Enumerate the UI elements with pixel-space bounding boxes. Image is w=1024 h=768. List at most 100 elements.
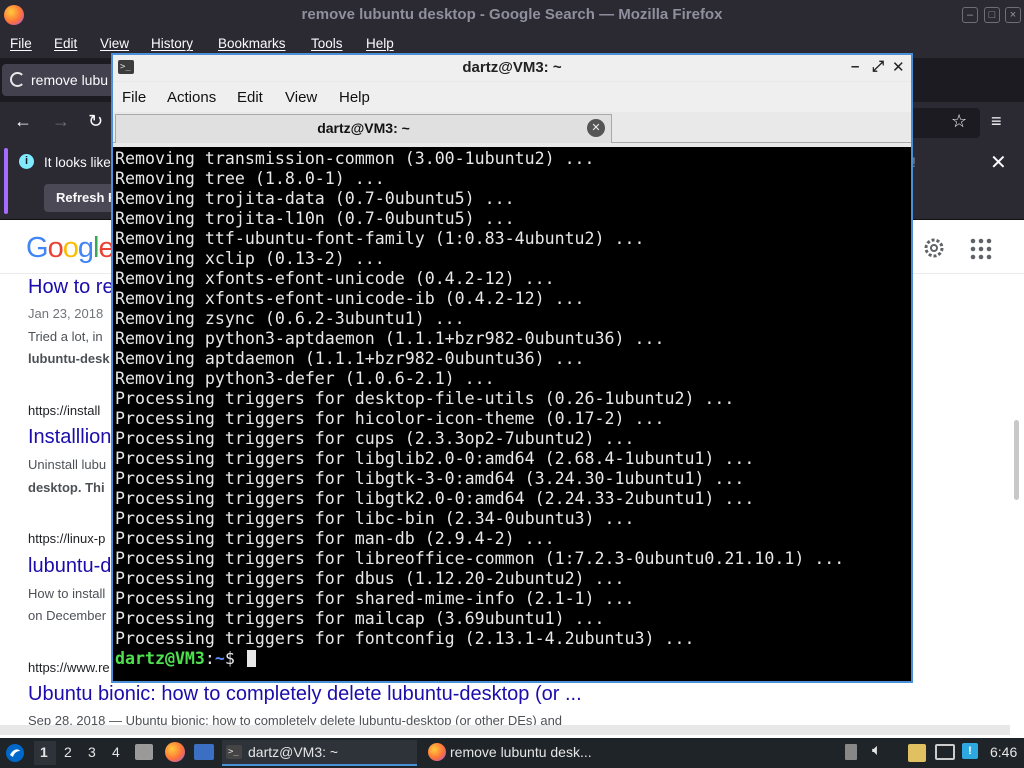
terminal-prompt: dartz@VM3:~$ — [115, 649, 844, 669]
terminal-tab[interactable]: dartz@VM3: ~ — [115, 114, 612, 143]
result-title[interactable]: lubuntu-d — [28, 555, 111, 578]
notice-text: It looks like — [44, 155, 111, 170]
google-favicon-icon — [10, 72, 25, 87]
tab-label: remove lubu — [31, 72, 109, 88]
minimize-icon[interactable]: – — [851, 58, 859, 75]
horizontal-scrollbar[interactable] — [0, 725, 1010, 735]
menu-view[interactable]: View — [100, 36, 129, 51]
firefox-launcher-icon[interactable] — [165, 742, 185, 762]
result-url[interactable]: https://linux-p — [28, 531, 105, 546]
terminal-window: >_ dartz@VM3: ~ – ⤢ ✕ File Actions Edit … — [111, 53, 913, 683]
task-firefox[interactable]: remove lubuntu desk... — [424, 740, 624, 766]
menu-file[interactable]: File — [10, 36, 32, 51]
task-terminal[interactable]: >_ dartz@VM3: ~ — [222, 740, 417, 766]
menu-edit[interactable]: Edit — [54, 36, 77, 51]
terminal-line: Processing triggers for shared-mime-info… — [115, 589, 635, 608]
maximize-icon[interactable]: □ — [984, 7, 1000, 23]
firefox-logo-icon — [4, 5, 24, 25]
terminal-line: Processing triggers for libgtk2.0-0:amd6… — [115, 489, 755, 508]
terminal-line: Processing triggers for man-db (2.9.4-2)… — [115, 529, 555, 548]
menu-file[interactable]: File — [122, 89, 146, 106]
result-url[interactable]: https://www.re — [28, 660, 110, 675]
bookmark-star-icon[interactable]: ☆ — [951, 111, 967, 132]
clipboard-icon[interactable] — [908, 744, 926, 762]
terminal-line: Removing xfonts-efont-unicode-ib (0.4.2-… — [115, 289, 585, 308]
terminal-lines: Removing transmission-common (3.00-1ubun… — [115, 149, 844, 669]
workspace-1[interactable]: 1 — [40, 744, 48, 760]
google-apps-icon[interactable] — [970, 238, 992, 260]
notice-accent — [4, 148, 8, 214]
menu-view[interactable]: View — [285, 89, 317, 106]
terminal-line: Processing triggers for libc-bin (2.34-0… — [115, 509, 635, 528]
terminal-line: Removing python3-defer (1.0.6-2.1) ... — [115, 369, 495, 388]
workspace-3[interactable]: 3 — [88, 744, 96, 760]
menu-help[interactable]: Help — [366, 36, 394, 51]
network-icon[interactable] — [935, 744, 955, 760]
menu-actions[interactable]: Actions — [167, 89, 216, 106]
result-snippet: Tried a lot, in — [28, 329, 103, 344]
close-icon[interactable]: ✕ — [892, 58, 905, 76]
firefox-task-icon — [428, 743, 446, 761]
terminal-window-title: dartz@VM3: ~ — [462, 59, 562, 76]
minimize-icon[interactable]: – — [962, 7, 978, 23]
app-menu-icon[interactable]: ≡ — [991, 111, 1002, 132]
terminal-line: Removing python3-aptdaemon (1.1.1+bzr982… — [115, 329, 665, 348]
terminal-line: Processing triggers for dbus (1.12.20-2u… — [115, 569, 625, 588]
terminal-line: Processing triggers for desktop-file-uti… — [115, 389, 735, 408]
task-firefox-label: remove lubuntu desk... — [450, 744, 592, 760]
update-notifier-icon[interactable]: ! — [962, 743, 978, 759]
usb-eject-icon[interactable] — [845, 744, 857, 760]
terminal-line: Removing trojita-l10n (0.7-0ubuntu5) ... — [115, 209, 515, 228]
lubuntu-start-icon[interactable] — [5, 743, 25, 763]
terminal-line: Processing triggers for fontconfig (2.13… — [115, 629, 695, 648]
notice-close-icon[interactable]: ✕ — [990, 150, 1007, 175]
terminal-line: Removing xclip (0.13-2) ... — [115, 249, 385, 268]
result-title[interactable]: Ubuntu bionic: how to completely delete … — [28, 683, 582, 706]
clock: 6:46 — [990, 744, 1018, 760]
info-icon: i — [19, 154, 34, 169]
forward-icon[interactable]: → — [52, 111, 70, 132]
url-bar[interactable] — [910, 108, 980, 138]
maximize-icon[interactable]: ⤢ — [872, 58, 884, 75]
menu-history[interactable]: History — [151, 36, 193, 51]
terminal-output[interactable]: Removing transmission-common (3.00-1ubun… — [113, 147, 911, 681]
workspace-4[interactable]: 4 — [112, 744, 120, 760]
result-snippet: desktop. Thi — [28, 480, 105, 495]
menu-help[interactable]: Help — [339, 89, 370, 106]
terminal-line: Processing triggers for hicolor-icon-the… — [115, 409, 665, 428]
menu-tools[interactable]: Tools — [311, 36, 343, 51]
terminal-line: Removing zsync (0.6.2-3ubuntu1) ... — [115, 309, 465, 328]
show-desktop-icon[interactable] — [135, 744, 153, 760]
menu-bookmarks[interactable]: Bookmarks — [218, 36, 286, 51]
result-date: Jan 23, 2018 — [28, 306, 104, 321]
terminal-line: Removing transmission-common (3.00-1ubun… — [115, 149, 595, 168]
tab-close-icon[interactable]: ✕ — [587, 119, 605, 137]
google-logo[interactable]: Google — [26, 232, 115, 265]
result-snippet: on December — [28, 608, 107, 623]
result-snippet: How to install — [28, 586, 106, 601]
file-manager-launcher-icon[interactable] — [194, 744, 214, 760]
terminal-tab-label: dartz@VM3: ~ — [317, 120, 410, 136]
settings-gear-icon[interactable] — [922, 236, 946, 260]
result-url[interactable]: https://install — [28, 403, 100, 418]
result-title[interactable]: Installlion — [28, 426, 111, 449]
terminal-line: Removing ttf-ubuntu-font-family (1:0.83-… — [115, 229, 645, 248]
prompt-separator: : — [204, 649, 215, 668]
vertical-scrollbar[interactable] — [1014, 420, 1019, 500]
prompt-symbol: $ — [224, 649, 245, 668]
terminal-line: Processing triggers for libglib2.0-0:amd… — [115, 449, 755, 468]
result-title[interactable]: How to re — [28, 276, 114, 299]
back-icon[interactable]: ← — [14, 111, 32, 132]
workspace-2[interactable]: 2 — [64, 744, 72, 760]
volume-icon[interactable]: 🔈︎ — [872, 742, 882, 760]
result-snippet: Uninstall lubu — [28, 457, 107, 472]
reload-icon[interactable]: ↻ — [88, 111, 103, 132]
terminal-line: Processing triggers for cups (2.3.3op2-7… — [115, 429, 635, 448]
terminal-line: Removing xfonts-efont-unicode (0.4.2-12)… — [115, 269, 555, 288]
menu-edit[interactable]: Edit — [237, 89, 263, 106]
task-terminal-label: dartz@VM3: ~ — [248, 744, 339, 760]
terminal-line: Processing triggers for libreoffice-comm… — [115, 549, 845, 568]
terminal-line: Removing trojita-data (0.7-0ubuntu5) ... — [115, 189, 515, 208]
close-icon[interactable]: × — [1005, 7, 1021, 23]
terminal-cursor — [246, 650, 256, 667]
